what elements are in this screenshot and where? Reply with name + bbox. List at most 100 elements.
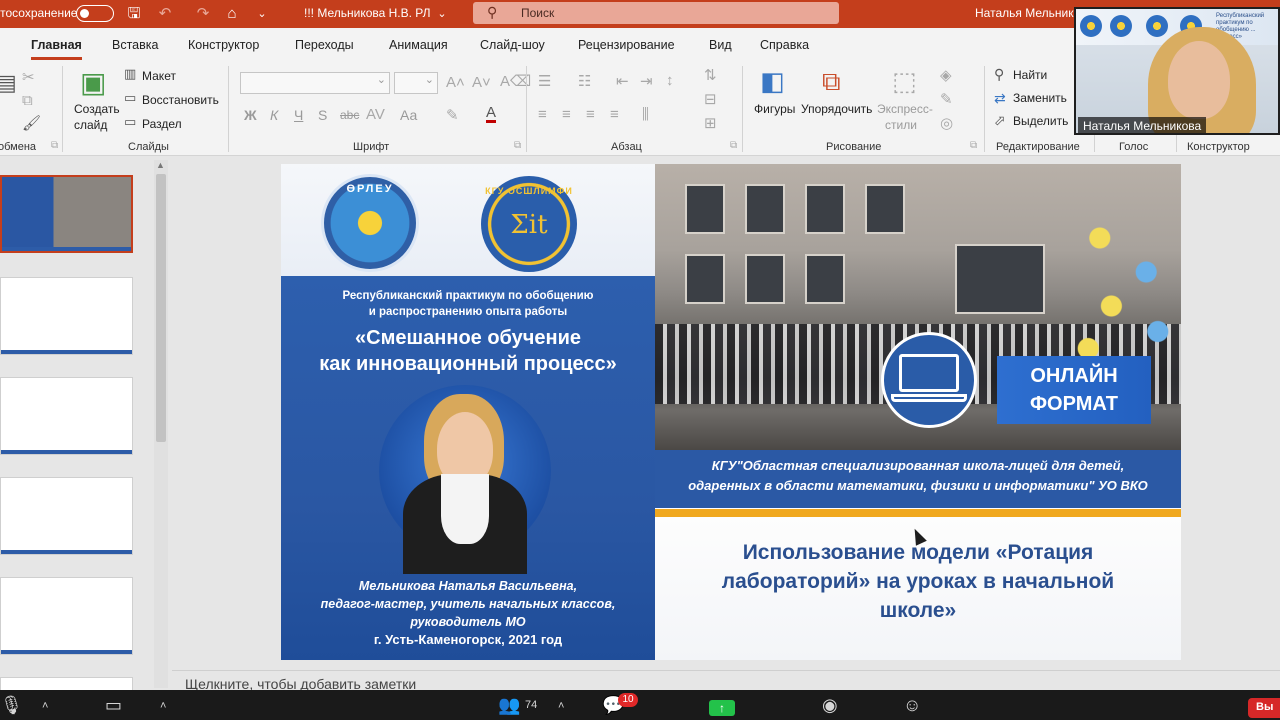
tab-home[interactable]: Главная: [31, 38, 82, 60]
stop-video-icon[interactable]: ▭: [105, 695, 122, 716]
highlight-icon[interactable]: ✎: [446, 106, 459, 124]
increase-indent-icon[interactable]: ⇥: [640, 72, 653, 90]
slide-thumbnail-2[interactable]: [0, 277, 133, 355]
layout-button[interactable]: Макет: [142, 69, 176, 83]
decrease-indent-icon[interactable]: ⇤: [616, 72, 629, 90]
account-name[interactable]: Наталья Мельник: [975, 6, 1073, 20]
scrollbar-thumb[interactable]: [156, 174, 166, 442]
align-text-icon[interactable]: ⊟: [704, 90, 717, 108]
justify-icon[interactable]: ≡: [610, 106, 619, 123]
copy-icon[interactable]: ⧉: [22, 92, 33, 109]
reset-icon[interactable]: ▭: [124, 90, 136, 106]
align-right-icon[interactable]: ≡: [586, 106, 595, 123]
cut-icon[interactable]: ✂: [22, 68, 35, 86]
participant-video[interactable]: Республиканский практикум по обобщению .…: [1074, 7, 1280, 135]
select-icon[interactable]: ⬀: [994, 112, 1006, 129]
slide-thumbnail-1[interactable]: [0, 175, 133, 253]
security-icon[interactable]: ◉: [822, 695, 838, 716]
strikethrough-button[interactable]: abc: [340, 108, 359, 122]
new-slide-label-2[interactable]: слайд: [74, 118, 107, 132]
participants-options-icon[interactable]: ˄: [558, 700, 564, 712]
quick-styles-button[interactable]: Экспресс-: [877, 102, 933, 116]
notes-pane[interactable]: Щелкните, чтобы добавить заметки: [172, 670, 1280, 692]
tab-design[interactable]: Конструктор: [188, 38, 259, 52]
autosave-toggle[interactable]: [76, 5, 114, 22]
layout-icon[interactable]: ▥: [124, 66, 136, 82]
shape-outline-icon[interactable]: ✎: [940, 90, 953, 108]
replace-button[interactable]: Заменить: [1013, 91, 1067, 105]
tab-view[interactable]: Вид: [709, 38, 732, 52]
tab-transitions[interactable]: Переходы: [295, 38, 354, 52]
line-spacing-icon[interactable]: ↕: [666, 72, 674, 89]
format-painter-icon[interactable]: 🖌: [22, 114, 41, 132]
slide-thumbnail-5[interactable]: [0, 577, 133, 655]
bullets-icon[interactable]: ☰: [538, 72, 551, 90]
underline-button[interactable]: Ч: [294, 107, 303, 123]
bold-button[interactable]: Ж: [244, 107, 257, 123]
undo-icon[interactable]: ↶: [155, 4, 175, 24]
paragraph-launcher-icon[interactable]: ⧉: [730, 140, 737, 151]
clipboard-launcher-icon[interactable]: ⧉: [51, 140, 58, 151]
tab-review[interactable]: Рецензирование: [578, 38, 675, 52]
shadow-button[interactable]: S: [318, 107, 327, 123]
leave-button[interactable]: Вы: [1248, 698, 1280, 718]
text-direction-icon[interactable]: ⇅: [704, 66, 717, 84]
change-case-button[interactable]: Аа: [400, 107, 417, 123]
tab-animations[interactable]: Анимация: [389, 38, 448, 52]
arrange-icon[interactable]: ⧉: [822, 66, 841, 98]
shapes-icon[interactable]: ◧: [760, 66, 785, 97]
arrange-button[interactable]: Упорядочить: [801, 102, 872, 116]
title-dropdown-icon[interactable]: ⌄: [432, 4, 452, 24]
slide-thumbnail-6[interactable]: [0, 677, 133, 691]
section-button[interactable]: Раздел: [142, 117, 182, 131]
increase-font-icon[interactable]: A˄: [446, 74, 465, 91]
smartart-icon[interactable]: ⊞: [704, 114, 717, 132]
align-left-icon[interactable]: ≡: [538, 106, 547, 123]
audio-options-icon[interactable]: ˄: [42, 700, 48, 712]
replace-icon[interactable]: ⇄: [994, 90, 1006, 107]
font-color-icon[interactable]: A: [486, 105, 497, 123]
shapes-button[interactable]: Фигуры: [754, 102, 795, 116]
tab-help[interactable]: Справка: [760, 38, 809, 52]
italic-button[interactable]: К: [270, 107, 278, 123]
slide-thumbnail-3[interactable]: [0, 377, 133, 455]
present-from-start-icon[interactable]: ⌂: [222, 4, 242, 24]
font-launcher-icon[interactable]: ⧉: [514, 140, 521, 151]
section-icon[interactable]: ▭: [124, 114, 136, 130]
find-button[interactable]: Найти: [1013, 68, 1047, 82]
font-size-select[interactable]: [394, 72, 438, 94]
shape-effects-icon[interactable]: ◎: [940, 114, 953, 132]
columns-icon[interactable]: ⫼: [642, 106, 649, 123]
paste-icon[interactable]: ▤: [0, 70, 17, 96]
quick-styles-icon[interactable]: ⬚: [892, 66, 917, 97]
tab-slideshow[interactable]: Слайд-шоу: [480, 38, 545, 52]
decrease-font-icon[interactable]: A˅: [472, 74, 491, 91]
thumbnail-scrollbar[interactable]: ▲: [154, 160, 168, 688]
mute-icon[interactable]: 🎙: [0, 695, 23, 716]
share-screen-button[interactable]: ↑: [709, 700, 735, 716]
current-slide[interactable]: ӨРЛЕУ КГУ ОСШЛИМФИ Σit Республиканский п…: [281, 164, 1181, 660]
align-center-icon[interactable]: ≡: [562, 106, 571, 123]
reactions-icon[interactable]: ☺: [903, 695, 921, 716]
tab-insert[interactable]: Вставка: [112, 38, 158, 52]
scroll-up-icon[interactable]: ▲: [156, 160, 165, 170]
numbering-icon[interactable]: ☷: [578, 72, 591, 90]
search-box[interactable]: ⚲ Поиск: [473, 2, 839, 24]
drawing-launcher-icon[interactable]: ⧉: [970, 140, 977, 151]
select-button[interactable]: Выделить: [1013, 114, 1068, 128]
redo-icon[interactable]: ↷: [193, 4, 213, 24]
font-family-select[interactable]: [240, 72, 390, 94]
quick-styles-button-2[interactable]: стили: [885, 118, 917, 132]
new-slide-icon[interactable]: ▣: [80, 66, 106, 99]
new-slide-label[interactable]: Создать: [74, 102, 120, 116]
reset-button[interactable]: Восстановить: [142, 93, 219, 107]
char-spacing-icon[interactable]: AV: [366, 106, 385, 123]
save-icon[interactable]: 🖫: [124, 4, 144, 24]
customize-qat-icon[interactable]: ⌄: [252, 4, 272, 24]
video-options-icon[interactable]: ˄: [160, 700, 166, 712]
find-icon[interactable]: ⚲: [994, 66, 1004, 83]
thumbnail-bar: [2, 247, 131, 251]
shape-fill-icon[interactable]: ◈: [940, 66, 952, 84]
slide-thumbnail-4[interactable]: [0, 477, 133, 555]
participants-icon[interactable]: 👥: [498, 695, 520, 716]
